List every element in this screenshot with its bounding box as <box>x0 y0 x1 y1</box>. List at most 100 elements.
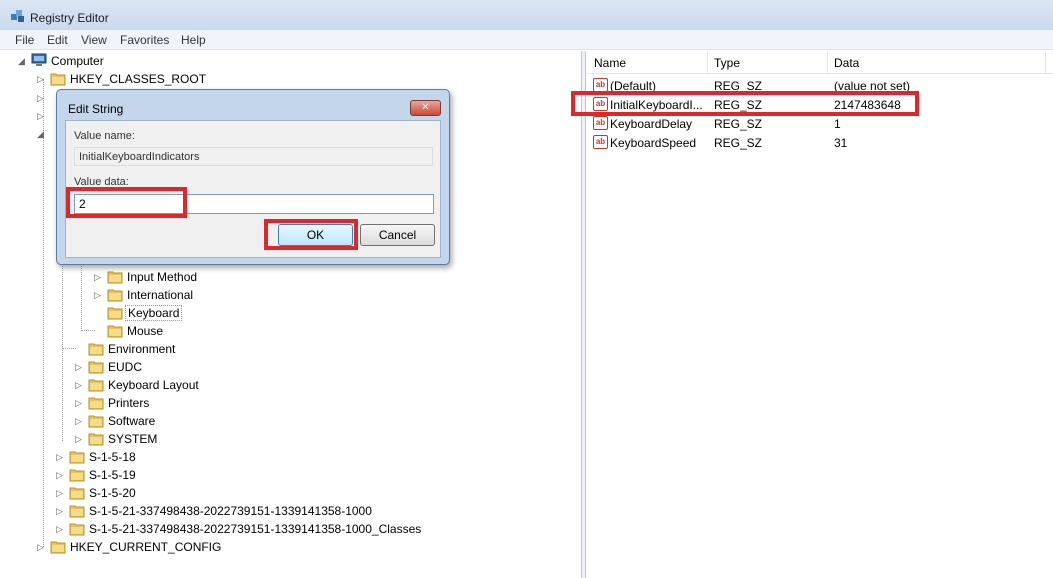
close-icon[interactable]: ✕ <box>410 100 441 116</box>
folder-open-icon <box>107 307 123 320</box>
menu-edit[interactable]: Edit <box>47 33 68 47</box>
value-type: REG_SZ <box>714 117 763 131</box>
tree-item-s-1-5-18[interactable]: ▷ S-1-5-18 <box>56 448 256 466</box>
tree-item-s-1-5-20[interactable]: ▷ S-1-5-20 <box>56 484 256 502</box>
list-item[interactable]: ab KeyboardDelay REG_SZ 1 <box>587 114 1053 133</box>
tree-item-label: EUDC <box>108 360 143 374</box>
tree-item-environment[interactable]: Environment <box>75 340 275 358</box>
tree-item-label: Software <box>108 414 156 428</box>
value-data: 31 <box>834 136 848 150</box>
string-value-icon: ab <box>593 78 608 92</box>
value-name-label: Value name: <box>74 130 135 142</box>
folder-icon <box>69 505 85 518</box>
tree-item-label: Keyboard <box>125 305 183 321</box>
collapsed-arrow-icon[interactable]: ▷ <box>75 414 85 428</box>
dialog-title: Edit String <box>68 102 124 116</box>
tree-item-label: HKEY_CURRENT_CONFIG <box>70 540 222 554</box>
cancel-button[interactable]: Cancel <box>360 224 435 246</box>
folder-icon <box>69 451 85 464</box>
collapsed-arrow-icon[interactable]: ▷ <box>75 360 85 374</box>
collapsed-arrow-icon[interactable]: ▷ <box>75 378 85 392</box>
expanded-arrow-icon[interactable]: ◢ <box>37 129 44 140</box>
menu-bar: File Edit View Favorites Help <box>0 30 1053 50</box>
folder-icon <box>88 379 104 392</box>
tree-item-label: Computer <box>51 54 104 68</box>
string-value-icon: ab <box>593 135 608 149</box>
collapsed-arrow-icon[interactable]: ▷ <box>94 288 104 302</box>
menu-view[interactable]: View <box>81 33 107 47</box>
folder-icon <box>107 325 123 338</box>
title-bar: Registry Editor <box>0 0 1053 30</box>
folder-icon <box>88 361 104 374</box>
folder-icon <box>107 271 123 284</box>
tree-item-software[interactable]: ▷ Software <box>75 412 275 430</box>
values-list[interactable]: Name Type Data ab (Default) REG_SZ (valu… <box>587 51 1053 578</box>
tree-item-printers[interactable]: ▷ Printers <box>75 394 275 412</box>
tree-item-computer[interactable]: ◢ Computer <box>18 52 218 70</box>
collapsed-arrow-icon[interactable]: ▷ <box>56 468 66 482</box>
menu-file[interactable]: File <box>15 33 34 47</box>
string-value-icon: ab <box>593 116 608 130</box>
tree-item-label: Environment <box>108 342 176 356</box>
value-name: KeyboardDelay <box>610 117 693 131</box>
tree-item-international[interactable]: ▷ International <box>94 286 294 304</box>
folder-icon <box>88 415 104 428</box>
tree-item-hkey-classes-root[interactable]: ▷ HKEY_CLASSES_ROOT <box>37 70 237 88</box>
folder-icon <box>69 487 85 500</box>
tree-item-s-1-5-21-1000[interactable]: ▷ S-1-5-21-337498438-2022739151-13391413… <box>56 502 456 520</box>
collapsed-arrow-icon[interactable]: ▷ <box>56 450 66 464</box>
collapsed-arrow-icon[interactable]: ▷ <box>37 111 44 122</box>
column-header-data[interactable]: Data <box>834 56 859 70</box>
list-item[interactable]: ab KeyboardSpeed REG_SZ 31 <box>587 133 1053 152</box>
highlight-box <box>66 187 187 218</box>
computer-icon <box>31 53 47 66</box>
folder-icon <box>88 433 104 446</box>
collapsed-arrow-icon[interactable]: ▷ <box>37 93 44 104</box>
tree-item-hkey-current-config[interactable]: ▷ HKEY_CURRENT_CONFIG <box>37 538 277 556</box>
tree-item-label: S-1-5-19 <box>89 468 136 482</box>
collapsed-arrow-icon[interactable]: ▷ <box>75 432 85 446</box>
tree-item-keyboard-layout[interactable]: ▷ Keyboard Layout <box>75 376 275 394</box>
pane-splitter[interactable] <box>582 51 586 578</box>
collapsed-arrow-icon[interactable]: ▷ <box>94 270 104 284</box>
tree-item-label: Keyboard Layout <box>108 378 199 392</box>
collapsed-arrow-icon[interactable]: ▷ <box>37 540 47 554</box>
tree-item-label: HKEY_CLASSES_ROOT <box>70 72 207 86</box>
column-header-type[interactable]: Type <box>714 56 740 70</box>
collapsed-arrow-icon[interactable]: ▷ <box>56 486 66 500</box>
window-title: Registry Editor <box>30 11 109 25</box>
tree-item-label: International <box>127 288 194 302</box>
list-header: Name Type Data <box>587 51 1053 74</box>
tree-item-label: S-1-5-18 <box>89 450 136 464</box>
column-header-name[interactable]: Name <box>594 56 626 70</box>
folder-icon <box>69 469 85 482</box>
highlight-box <box>264 219 358 250</box>
column-divider[interactable] <box>707 51 708 73</box>
tree-item-input-method[interactable]: ▷ Input Method <box>94 268 294 286</box>
folder-icon <box>107 289 123 302</box>
tree-item-s-1-5-21-1000-classes[interactable]: ▷ S-1-5-21-337498438-2022739151-13391413… <box>56 520 476 538</box>
edit-string-dialog: Edit String ✕ Value name: InitialKeyboar… <box>56 89 450 265</box>
tree-item-label: Mouse <box>127 324 164 338</box>
column-divider[interactable] <box>827 51 828 73</box>
registry-editor-icon <box>11 10 24 22</box>
tree-item-s-1-5-19[interactable]: ▷ S-1-5-19 <box>56 466 256 484</box>
menu-favorites[interactable]: Favorites <box>120 33 169 47</box>
collapsed-arrow-icon[interactable]: ▷ <box>56 522 66 536</box>
collapsed-arrow-icon[interactable]: ▷ <box>37 72 47 86</box>
menu-help[interactable]: Help <box>181 33 206 47</box>
highlight-box <box>571 91 919 116</box>
tree-item-system[interactable]: ▷ SYSTEM <box>75 430 275 448</box>
tree-item-keyboard[interactable]: Keyboard <box>94 304 294 322</box>
value-type: REG_SZ <box>714 136 763 150</box>
collapsed-arrow-icon[interactable]: ▷ <box>75 396 85 410</box>
column-divider[interactable] <box>1045 51 1046 73</box>
expanded-arrow-icon[interactable]: ◢ <box>18 54 28 68</box>
value-data: 1 <box>834 117 841 131</box>
tree-item-mouse[interactable]: Mouse <box>94 322 294 340</box>
folder-icon <box>50 541 66 554</box>
tree-item-eudc[interactable]: ▷ EUDC <box>75 358 275 376</box>
value-name: KeyboardSpeed <box>610 136 697 150</box>
collapsed-arrow-icon[interactable]: ▷ <box>56 504 66 518</box>
tree-item-label: S-1-5-21-337498438-2022739151-1339141358… <box>89 504 372 518</box>
